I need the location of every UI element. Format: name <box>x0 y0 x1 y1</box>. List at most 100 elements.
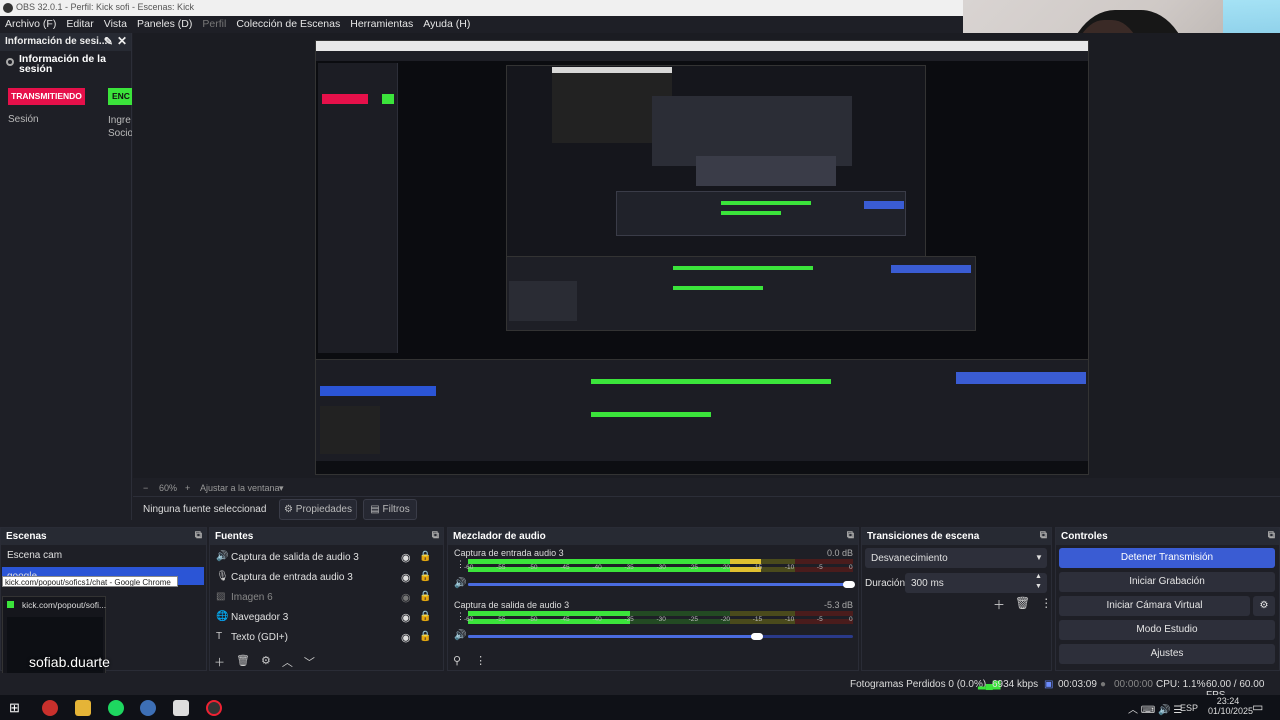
undock-icon[interactable]: ⧉ <box>1268 530 1275 541</box>
channel-menu-icon[interactable]: ⋮ <box>456 611 465 622</box>
folder-icon[interactable] <box>75 700 91 716</box>
capcut-icon[interactable] <box>173 700 189 716</box>
session-info-title: Información de la sesión <box>19 53 106 75</box>
menu-editar[interactable]: Editar <box>61 16 98 33</box>
link-icon[interactable]: ⚲ <box>453 654 461 667</box>
menu-ayuda[interactable]: Ayuda (H) <box>418 16 475 33</box>
eye-icon[interactable]: ◉ <box>401 551 411 564</box>
meter-tick-label: 0 <box>849 616 853 623</box>
notification-icon[interactable]: ▭ <box>1252 700 1263 714</box>
duration-input[interactable]: 300 ms ▲ ▼ <box>905 573 1047 593</box>
add-icon[interactable]: ＋ <box>993 596 1005 613</box>
lock-icon[interactable]: 🔒 <box>419 571 431 582</box>
meter-tick-label: -55 <box>496 616 506 623</box>
clock[interactable]: 23:24 01/10/2025 <box>1208 696 1254 716</box>
trash-icon[interactable]: 🗑 <box>236 654 250 670</box>
mic-icon: 🎙 <box>216 571 229 582</box>
properties-button[interactable]: ⚙ Propiedades <box>279 499 357 520</box>
source-item[interactable]: 🔊 Captura de salida de audio 3 ◉ 🔒 <box>212 549 440 567</box>
undock-icon[interactable]: ⧉ <box>432 530 439 541</box>
lock-icon[interactable]: 🔒 <box>419 631 431 642</box>
source-item[interactable]: T Texto (GDI+) ◉ 🔒 <box>212 629 440 647</box>
meter-level <box>468 619 630 624</box>
zoom-fit-label[interactable]: Ajustar a la ventana <box>200 483 280 493</box>
text-icon: T <box>216 631 223 642</box>
meter-tick-label: -15 <box>752 564 763 571</box>
spotify-icon[interactable] <box>108 700 124 716</box>
scene-item[interactable]: Escena cam <box>7 550 62 561</box>
dropped-frames: Fotogramas Perdidos 0 (0.0%) <box>850 679 987 690</box>
eye-hidden-icon[interactable]: ◉ <box>401 591 411 604</box>
lock-icon[interactable]: 🔒 <box>419 611 431 622</box>
more-icon[interactable]: ⋮ <box>475 654 486 667</box>
transition-select-value: Desvanecimiento <box>871 553 948 564</box>
undock-icon[interactable]: ✎ <box>104 35 113 48</box>
status-bar: Fotogramas Perdidos 0 (0.0%) ▂▄▆ 6934 kb… <box>0 673 1280 701</box>
filters-button-label: Filtros <box>382 504 410 515</box>
obs-taskbar-icon[interactable] <box>206 700 222 716</box>
stepper-up-icon[interactable]: ▲ <box>1035 573 1042 580</box>
close-icon[interactable]: ✕ <box>117 34 127 48</box>
duration-label: Duración <box>865 578 906 589</box>
tray-icons[interactable]: ︿ ⌨ 🔊 ☰ <box>1128 701 1182 716</box>
preview-canvas[interactable] <box>315 40 1089 475</box>
more-icon[interactable]: ⋮ <box>1040 596 1052 613</box>
source-item[interactable]: ▧ Imagen 6 ◉ 🔒 <box>212 589 440 607</box>
menu-archivo[interactable]: Archivo (F) <box>0 16 61 33</box>
lock-icon[interactable]: 🔒 <box>419 551 431 562</box>
speaker-icon[interactable]: 🔊 <box>454 578 466 589</box>
eye-icon[interactable]: ◉ <box>401 631 411 644</box>
speaker-icon[interactable]: 🔊 <box>454 630 466 641</box>
zoom-out-button[interactable]: − <box>143 483 148 493</box>
virtual-camera-button[interactable]: Iniciar Cámara Virtual <box>1059 596 1250 616</box>
meter-tick-label: -35 <box>624 616 634 623</box>
clock-date: 01/10/2025 <box>1208 706 1254 716</box>
ccleaner-icon[interactable] <box>140 700 156 716</box>
settings-button[interactable]: Ajustes <box>1059 644 1275 664</box>
zoom-dropdown-icon[interactable]: ▾ <box>279 483 284 494</box>
transition-select[interactable]: Desvanecimiento ▼ <box>865 548 1047 568</box>
add-icon[interactable]: ＋ <box>214 654 225 670</box>
chrome-icon[interactable] <box>42 700 58 716</box>
menu-coleccion-escenas[interactable]: Colección de Escenas <box>231 16 345 33</box>
meter-tick-label: -10 <box>784 616 795 623</box>
eye-icon[interactable]: ◉ <box>401 571 411 584</box>
windows-start-icon[interactable]: ⊞ <box>9 700 25 716</box>
volume-handle[interactable] <box>843 581 856 588</box>
menu-paneles[interactable]: Paneles (D) <box>132 16 197 33</box>
down-icon[interactable]: ﹀ <box>304 654 315 670</box>
undock-icon[interactable]: ⧉ <box>195 530 202 541</box>
source-item[interactable]: 🎙 Captura de entrada audio 3 ◉ 🔒 <box>212 569 440 587</box>
start-recording-button[interactable]: Iniciar Grabación <box>1059 572 1275 592</box>
channel-menu-icon[interactable]: ⋮ <box>456 559 465 570</box>
volume-handle[interactable] <box>750 633 763 640</box>
stop-stream-button[interactable]: Detener Transmisión <box>1059 548 1275 568</box>
undock-icon[interactable]: ⧉ <box>847 530 854 541</box>
lang-indicator[interactable]: ESP <box>1180 703 1198 713</box>
gear-icon[interactable]: ⚙ <box>261 654 271 670</box>
stepper-down-icon[interactable]: ▼ <box>1035 583 1042 590</box>
meter-tick-label: -40 <box>592 564 602 571</box>
undock-icon[interactable]: ⧉ <box>1040 530 1047 541</box>
filters-button[interactable]: ▤ Filtros <box>363 499 417 520</box>
menu-perfil[interactable]: Perfil <box>197 16 231 33</box>
trash-icon[interactable]: 🗑 <box>1015 596 1030 613</box>
meter-tick-label: -20 <box>720 564 731 571</box>
virtual-camera-settings-button[interactable]: ⚙ <box>1253 596 1275 616</box>
bitrate: 6934 kbps <box>992 679 1039 690</box>
channel-db: 0.0 dB <box>826 548 853 558</box>
source-item[interactable]: 🌐 Navegador 3 ◉ 🔒 <box>212 609 440 627</box>
zoom-value: 60% <box>159 483 178 493</box>
menu-vista[interactable]: Vista <box>99 16 132 33</box>
broadcast-icon <box>6 58 14 66</box>
zoom-in-button[interactable]: + <box>185 483 190 493</box>
mixer-toolbar: ⚲ ⋮ <box>453 654 486 667</box>
gear-icon: ⚙ <box>1259 600 1269 611</box>
studio-mode-button[interactable]: Modo Estudio <box>1059 620 1275 640</box>
meter-tick-label: -30 <box>656 564 666 571</box>
menu-bar: Archivo (F) Editar Vista Paneles (D) Per… <box>0 16 963 33</box>
up-icon[interactable]: ︿ <box>282 654 293 670</box>
eye-icon[interactable]: ◉ <box>401 611 411 624</box>
lock-icon[interactable]: 🔒 <box>419 591 431 602</box>
menu-herramientas[interactable]: Herramientas <box>345 16 418 33</box>
